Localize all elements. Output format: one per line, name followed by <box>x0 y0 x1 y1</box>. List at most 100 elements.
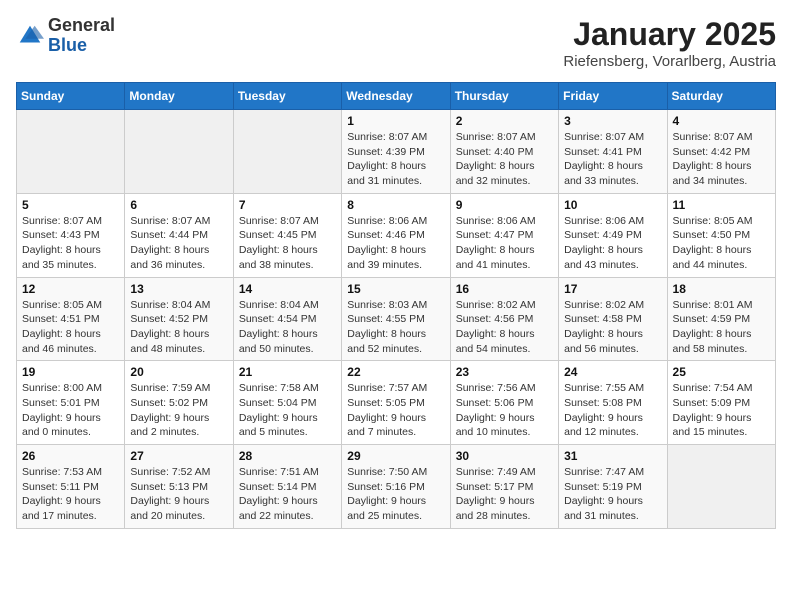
cell-info: Sunrise: 8:02 AMSunset: 4:56 PMDaylight:… <box>456 298 553 357</box>
calendar-cell: 23Sunrise: 7:56 AMSunset: 5:06 PMDayligh… <box>450 361 558 445</box>
weekday-header-wednesday: Wednesday <box>342 83 450 110</box>
cell-info: Sunrise: 8:07 AMSunset: 4:40 PMDaylight:… <box>456 130 553 189</box>
week-row-5: 26 Sunrise: 7:53 AMSunset: 5:11 PMDayligh… <box>17 445 776 529</box>
cell-day-number: 13 <box>130 282 227 296</box>
cell-day-number: 28 <box>239 449 336 463</box>
cell-info: Sunrise: 7:54 AMSunset: 5:09 PMDaylight:… <box>673 381 770 440</box>
calendar-cell: 10 Sunrise: 8:06 AMSunset: 4:49 PMDayligh… <box>559 193 667 277</box>
calendar-cell: 5 Sunrise: 8:07 AMSunset: 4:43 PMDaylight… <box>17 193 125 277</box>
cell-info: Sunrise: 8:07 AMSunset: 4:42 PMDaylight:… <box>673 130 770 189</box>
cell-day-number: 24 <box>564 365 661 379</box>
title-block: January 2025 Riefensberg, Vorarlberg, Au… <box>563 16 776 70</box>
cell-info: Sunrise: 8:07 AMSunset: 4:44 PMDaylight:… <box>130 214 227 273</box>
calendar-cell: 26 Sunrise: 7:53 AMSunset: 5:11 PMDayligh… <box>17 445 125 529</box>
cell-info: Sunrise: 8:06 AMSunset: 4:46 PMDaylight:… <box>347 214 444 273</box>
calendar-cell: 22 Sunrise: 7:57 AMSunset: 5:05 PMDayligh… <box>342 361 450 445</box>
cell-info: Sunrise: 7:57 AMSunset: 5:05 PMDaylight:… <box>347 381 444 440</box>
calendar-table: SundayMondayTuesdayWednesdayThursdayFrid… <box>16 82 776 529</box>
calendar-body: 1 Sunrise: 8:07 AMSunset: 4:39 PMDaylight… <box>17 110 776 529</box>
cell-day-number: 22 <box>347 365 444 379</box>
cell-info: Sunrise: 8:06 AMSunset: 4:49 PMDaylight:… <box>564 214 661 273</box>
calendar-cell: 29 Sunrise: 7:50 AMSunset: 5:16 PMDayligh… <box>342 445 450 529</box>
week-row-3: 12Sunrise: 8:05 AMSunset: 4:51 PMDayligh… <box>17 277 776 361</box>
calendar-cell: 7Sunrise: 8:07 AMSunset: 4:45 PMDaylight… <box>233 193 341 277</box>
calendar-cell: 13 Sunrise: 8:04 AMSunset: 4:52 PMDayligh… <box>125 277 233 361</box>
week-row-1: 1 Sunrise: 8:07 AMSunset: 4:39 PMDaylight… <box>17 110 776 194</box>
cell-day-number: 31 <box>564 449 661 463</box>
cell-info: Sunrise: 8:01 AMSunset: 4:59 PMDaylight:… <box>673 298 770 357</box>
calendar-cell: 9Sunrise: 8:06 AMSunset: 4:47 PMDaylight… <box>450 193 558 277</box>
cell-day-number: 14 <box>239 282 336 296</box>
calendar-cell: 1 Sunrise: 8:07 AMSunset: 4:39 PMDaylight… <box>342 110 450 194</box>
cell-info: Sunrise: 8:07 AMSunset: 4:41 PMDaylight:… <box>564 130 661 189</box>
logo-icon <box>16 22 44 50</box>
page-header: General Blue January 2025 Riefensberg, V… <box>16 16 776 70</box>
calendar-cell: 27 Sunrise: 7:52 AMSunset: 5:13 PMDayligh… <box>125 445 233 529</box>
calendar-cell: 16Sunrise: 8:02 AMSunset: 4:56 PMDayligh… <box>450 277 558 361</box>
cell-info: Sunrise: 8:05 AMSunset: 4:50 PMDaylight:… <box>673 214 770 273</box>
cell-info: Sunrise: 8:07 AMSunset: 4:39 PMDaylight:… <box>347 130 444 189</box>
calendar-title: January 2025 <box>563 16 776 53</box>
cell-day-number: 1 <box>347 114 444 128</box>
weekday-header-tuesday: Tuesday <box>233 83 341 110</box>
cell-info: Sunrise: 7:55 AMSunset: 5:08 PMDaylight:… <box>564 381 661 440</box>
calendar-cell: 24 Sunrise: 7:55 AMSunset: 5:08 PMDayligh… <box>559 361 667 445</box>
calendar-cell: 19Sunrise: 8:00 AMSunset: 5:01 PMDayligh… <box>17 361 125 445</box>
week-row-4: 19Sunrise: 8:00 AMSunset: 5:01 PMDayligh… <box>17 361 776 445</box>
logo-general-text: General <box>48 15 115 35</box>
calendar-cell: 20Sunrise: 7:59 AMSunset: 5:02 PMDayligh… <box>125 361 233 445</box>
cell-day-number: 18 <box>673 282 770 296</box>
cell-day-number: 3 <box>564 114 661 128</box>
cell-info: Sunrise: 8:04 AMSunset: 4:54 PMDaylight:… <box>239 298 336 357</box>
calendar-cell: 11 Sunrise: 8:05 AMSunset: 4:50 PMDayligh… <box>667 193 775 277</box>
cell-day-number: 15 <box>347 282 444 296</box>
cell-day-number: 11 <box>673 198 770 212</box>
calendar-cell: 12Sunrise: 8:05 AMSunset: 4:51 PMDayligh… <box>17 277 125 361</box>
cell-info: Sunrise: 7:50 AMSunset: 5:16 PMDaylight:… <box>347 465 444 524</box>
cell-info: Sunrise: 7:53 AMSunset: 5:11 PMDaylight:… <box>22 465 119 524</box>
cell-info: Sunrise: 8:02 AMSunset: 4:58 PMDaylight:… <box>564 298 661 357</box>
cell-info: Sunrise: 7:52 AMSunset: 5:13 PMDaylight:… <box>130 465 227 524</box>
cell-info: Sunrise: 8:07 AMSunset: 4:43 PMDaylight:… <box>22 214 119 273</box>
cell-day-number: 6 <box>130 198 227 212</box>
cell-day-number: 30 <box>456 449 553 463</box>
weekday-header-friday: Friday <box>559 83 667 110</box>
calendar-cell: 25Sunrise: 7:54 AMSunset: 5:09 PMDayligh… <box>667 361 775 445</box>
cell-day-number: 21 <box>239 365 336 379</box>
cell-day-number: 4 <box>673 114 770 128</box>
calendar-cell: 28 Sunrise: 7:51 AMSunset: 5:14 PMDayligh… <box>233 445 341 529</box>
cell-day-number: 5 <box>22 198 119 212</box>
calendar-cell: 18 Sunrise: 8:01 AMSunset: 4:59 PMDayligh… <box>667 277 775 361</box>
cell-info: Sunrise: 8:04 AMSunset: 4:52 PMDaylight:… <box>130 298 227 357</box>
calendar-cell: 14 Sunrise: 8:04 AMSunset: 4:54 PMDayligh… <box>233 277 341 361</box>
calendar-cell: 17 Sunrise: 8:02 AMSunset: 4:58 PMDayligh… <box>559 277 667 361</box>
calendar-cell <box>17 110 125 194</box>
cell-info: Sunrise: 7:49 AMSunset: 5:17 PMDaylight:… <box>456 465 553 524</box>
calendar-cell: 31Sunrise: 7:47 AMSunset: 5:19 PMDayligh… <box>559 445 667 529</box>
calendar-cell: 6 Sunrise: 8:07 AMSunset: 4:44 PMDaylight… <box>125 193 233 277</box>
weekday-header-row: SundayMondayTuesdayWednesdayThursdayFrid… <box>17 83 776 110</box>
cell-info: Sunrise: 7:51 AMSunset: 5:14 PMDaylight:… <box>239 465 336 524</box>
weekday-header-monday: Monday <box>125 83 233 110</box>
calendar-cell: 2 Sunrise: 8:07 AMSunset: 4:40 PMDaylight… <box>450 110 558 194</box>
cell-day-number: 10 <box>564 198 661 212</box>
cell-day-number: 27 <box>130 449 227 463</box>
calendar-cell: 21Sunrise: 7:58 AMSunset: 5:04 PMDayligh… <box>233 361 341 445</box>
calendar-cell: 4 Sunrise: 8:07 AMSunset: 4:42 PMDaylight… <box>667 110 775 194</box>
weekday-header-sunday: Sunday <box>17 83 125 110</box>
cell-day-number: 7 <box>239 198 336 212</box>
cell-day-number: 23 <box>456 365 553 379</box>
cell-info: Sunrise: 8:06 AMSunset: 4:47 PMDaylight:… <box>456 214 553 273</box>
calendar-header: SundayMondayTuesdayWednesdayThursdayFrid… <box>17 83 776 110</box>
cell-day-number: 26 <box>22 449 119 463</box>
calendar-cell: 3 Sunrise: 8:07 AMSunset: 4:41 PMDaylight… <box>559 110 667 194</box>
cell-day-number: 17 <box>564 282 661 296</box>
logo: General Blue <box>16 16 115 56</box>
cell-day-number: 29 <box>347 449 444 463</box>
calendar-cell <box>667 445 775 529</box>
cell-day-number: 19 <box>22 365 119 379</box>
cell-day-number: 8 <box>347 198 444 212</box>
cell-info: Sunrise: 8:05 AMSunset: 4:51 PMDaylight:… <box>22 298 119 357</box>
logo-blue-text: Blue <box>48 35 87 55</box>
cell-day-number: 2 <box>456 114 553 128</box>
